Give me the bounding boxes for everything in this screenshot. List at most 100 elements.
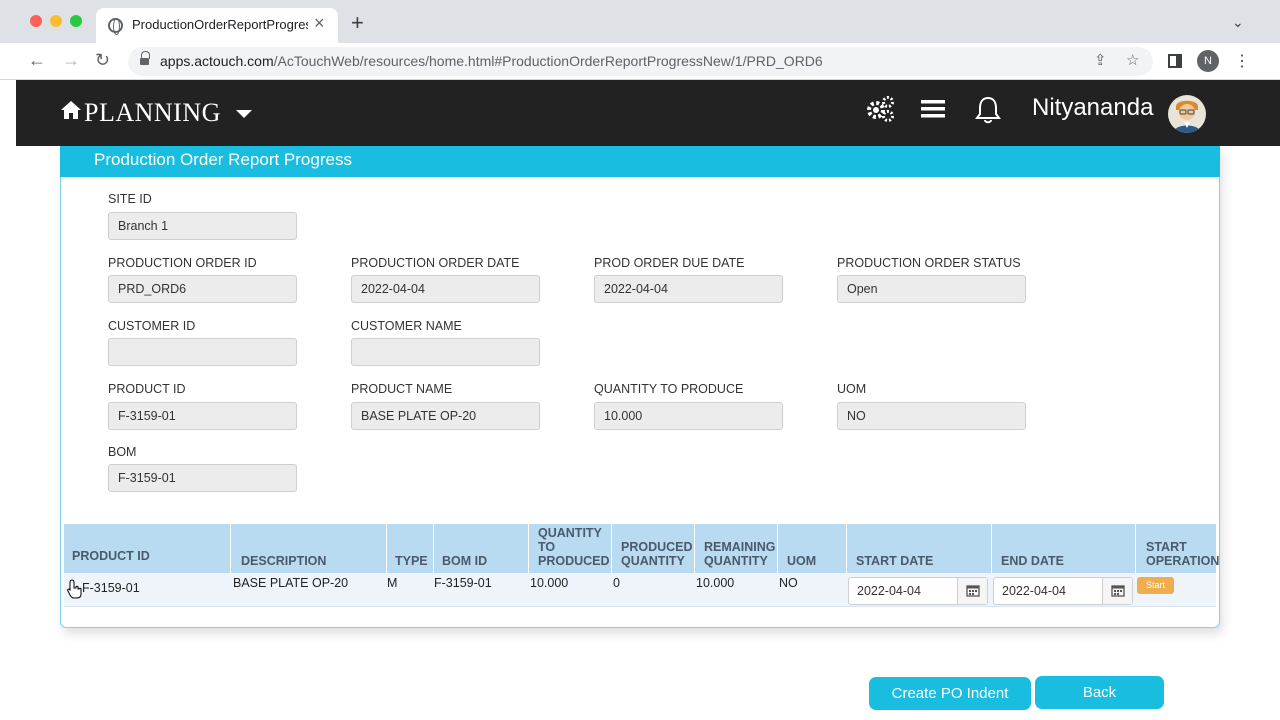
- quantity-to-produce-field[interactable]: 10.000: [594, 402, 783, 430]
- home-icon[interactable]: [60, 100, 82, 120]
- app-header: PLANNING Nityananda: [16, 80, 1280, 146]
- site-id-label: SITE ID: [108, 192, 152, 206]
- table-header: PRODUCT ID DESCRIPTION TYPE BOM ID QUANT…: [64, 524, 1219, 607]
- table-row: F-3159-01 BASE PLATE OP-20 M F-3159-01 1…: [64, 573, 1216, 607]
- bom-field[interactable]: F-3159-01: [108, 464, 297, 492]
- col-quantity-to-produced: QUANTITY TO PRODUCED: [538, 526, 610, 568]
- forward-arrow-icon[interactable]: →: [62, 50, 80, 71]
- col-type: TYPE: [395, 554, 428, 568]
- prod-order-due-date-label: PROD ORDER DUE DATE: [594, 256, 745, 270]
- profile-avatar[interactable]: N: [1197, 50, 1219, 72]
- cell-type: M: [387, 576, 398, 590]
- customer-id-label: CUSTOMER ID: [108, 319, 196, 333]
- production-order-status-label: PRODUCTION ORDER STATUS: [837, 256, 1021, 270]
- close-tab-icon[interactable]: ×: [314, 13, 325, 34]
- lock-icon: [140, 51, 150, 66]
- app-brand[interactable]: PLANNING: [84, 98, 221, 128]
- cell-quantity-to-produce: 10.000: [530, 576, 569, 590]
- end-date-input[interactable]: 2022-04-04: [993, 577, 1133, 605]
- calendar-icon[interactable]: [1102, 578, 1132, 604]
- production-order-status-field[interactable]: Open: [837, 275, 1026, 303]
- hamburger-menu-icon[interactable]: [921, 99, 945, 119]
- production-order-date-label: PRODUCTION ORDER DATE: [351, 256, 520, 270]
- product-name-field[interactable]: BASE PLATE OP-20: [351, 402, 540, 430]
- production-order-id-field[interactable]: PRD_ORD6: [108, 275, 297, 303]
- close-window-button[interactable]: [30, 15, 42, 27]
- browser-tab-bar: ProductionOrderReportProgress × + ⌄: [0, 0, 1280, 43]
- col-produced-quantity: PRODUCED QUANTITY: [621, 540, 693, 568]
- hand-cursor-icon: [67, 579, 82, 599]
- browser-tab[interactable]: ProductionOrderReportProgress ×: [96, 8, 338, 43]
- start-operation-button[interactable]: Start: [1137, 577, 1174, 594]
- cell-uom: NO: [779, 576, 798, 590]
- share-icon[interactable]: ⇪: [1094, 51, 1107, 69]
- product-name-label: PRODUCT NAME: [351, 382, 453, 396]
- address-bar[interactable]: apps.actouch.com/AcTouchWeb/resources/ho…: [128, 47, 1153, 76]
- bell-icon[interactable]: [974, 95, 1002, 125]
- url-text: apps.actouch.com/AcTouchWeb/resources/ho…: [160, 53, 823, 69]
- uom-label: UOM: [837, 382, 867, 396]
- bom-label: BOM: [108, 445, 137, 459]
- globe-icon: [108, 18, 123, 35]
- col-bom-id: BOM ID: [442, 554, 488, 568]
- panel-header: Production Order Report Progress: [60, 146, 1220, 177]
- calendar-icon[interactable]: [957, 578, 987, 604]
- col-pq-line1: PRODUCED: [621, 540, 693, 554]
- start-date-value: 2022-04-04: [857, 584, 921, 598]
- product-id-label: PRODUCT ID: [108, 382, 186, 396]
- col-start-date: START DATE: [856, 554, 934, 568]
- col-pq-line2: QUANTITY: [621, 554, 685, 568]
- col-product-id: PRODUCT ID: [72, 549, 150, 563]
- cell-bom-id: F-3159-01: [434, 576, 492, 590]
- side-panel-icon[interactable]: [1168, 54, 1182, 68]
- uom-field[interactable]: NO: [837, 402, 1026, 430]
- col-end-date: END DATE: [1001, 554, 1064, 568]
- start-date-input[interactable]: 2022-04-04: [848, 577, 988, 605]
- col-qtp-line1: QUANTITY: [538, 526, 602, 540]
- cell-product-id: F-3159-01: [82, 581, 140, 595]
- gears-icon[interactable]: [865, 95, 895, 123]
- new-tab-icon[interactable]: +: [351, 10, 364, 36]
- col-rq-line1: REMAINING: [704, 540, 776, 554]
- chevron-down-icon[interactable]: ⌄: [1232, 14, 1244, 31]
- caret-down-icon[interactable]: [236, 110, 252, 118]
- col-so-line1: START: [1146, 540, 1187, 554]
- panel-title: Production Order Report Progress: [94, 150, 352, 169]
- prod-order-due-date-field[interactable]: 2022-04-04: [594, 275, 783, 303]
- col-rq-line2: QUANTITY: [704, 554, 768, 568]
- col-description: DESCRIPTION: [241, 554, 327, 568]
- col-so-line2: OPERATION: [1146, 554, 1220, 568]
- cell-produced-quantity: 0: [613, 576, 620, 590]
- customer-name-label: CUSTOMER NAME: [351, 319, 462, 333]
- user-name[interactable]: Nityananda: [1032, 94, 1153, 122]
- maximize-window-button[interactable]: [70, 15, 82, 27]
- tab-title: ProductionOrderReportProgress: [132, 17, 308, 32]
- customer-id-field[interactable]: [108, 338, 297, 366]
- minimize-window-button[interactable]: [50, 15, 62, 27]
- browser-toolbar: ← → ↻ apps.actouch.com/AcTouchWeb/resour…: [0, 43, 1280, 80]
- col-uom: UOM: [787, 554, 817, 568]
- col-remaining-quantity: REMAINING QUANTITY: [704, 540, 776, 568]
- site-id-field[interactable]: Branch 1: [108, 212, 297, 240]
- url-host: apps.actouch.com: [160, 53, 274, 69]
- cell-description: BASE PLATE OP-20: [233, 576, 349, 590]
- back-button[interactable]: Back: [1035, 676, 1164, 709]
- quantity-to-produce-label: QUANTITY TO PRODUCE: [594, 382, 744, 396]
- customer-name-field[interactable]: [351, 338, 540, 366]
- production-order-date-field[interactable]: 2022-04-04: [351, 275, 540, 303]
- col-start-operation: START OPERATION: [1146, 540, 1219, 568]
- col-qtp-line2: TO: [538, 540, 556, 554]
- star-icon[interactable]: ☆: [1126, 51, 1139, 69]
- user-avatar[interactable]: [1168, 95, 1206, 133]
- production-order-id-label: PRODUCTION ORDER ID: [108, 256, 257, 270]
- col-qtp-line3: PRODUCED: [538, 554, 610, 568]
- back-arrow-icon[interactable]: ←: [28, 50, 46, 71]
- page-content: Production Order Report Progress SITE ID…: [16, 146, 1280, 720]
- url-path: /AcTouchWeb/resources/home.html#Producti…: [273, 53, 823, 69]
- more-menu-icon[interactable]: ⋮: [1234, 51, 1250, 71]
- end-date-value: 2022-04-04: [1002, 584, 1066, 598]
- reload-icon[interactable]: ↻: [95, 50, 110, 71]
- product-id-field[interactable]: F-3159-01: [108, 402, 297, 430]
- create-po-indent-button[interactable]: Create PO Indent: [869, 677, 1031, 710]
- cell-remaining-quantity: 10.000: [696, 576, 735, 590]
